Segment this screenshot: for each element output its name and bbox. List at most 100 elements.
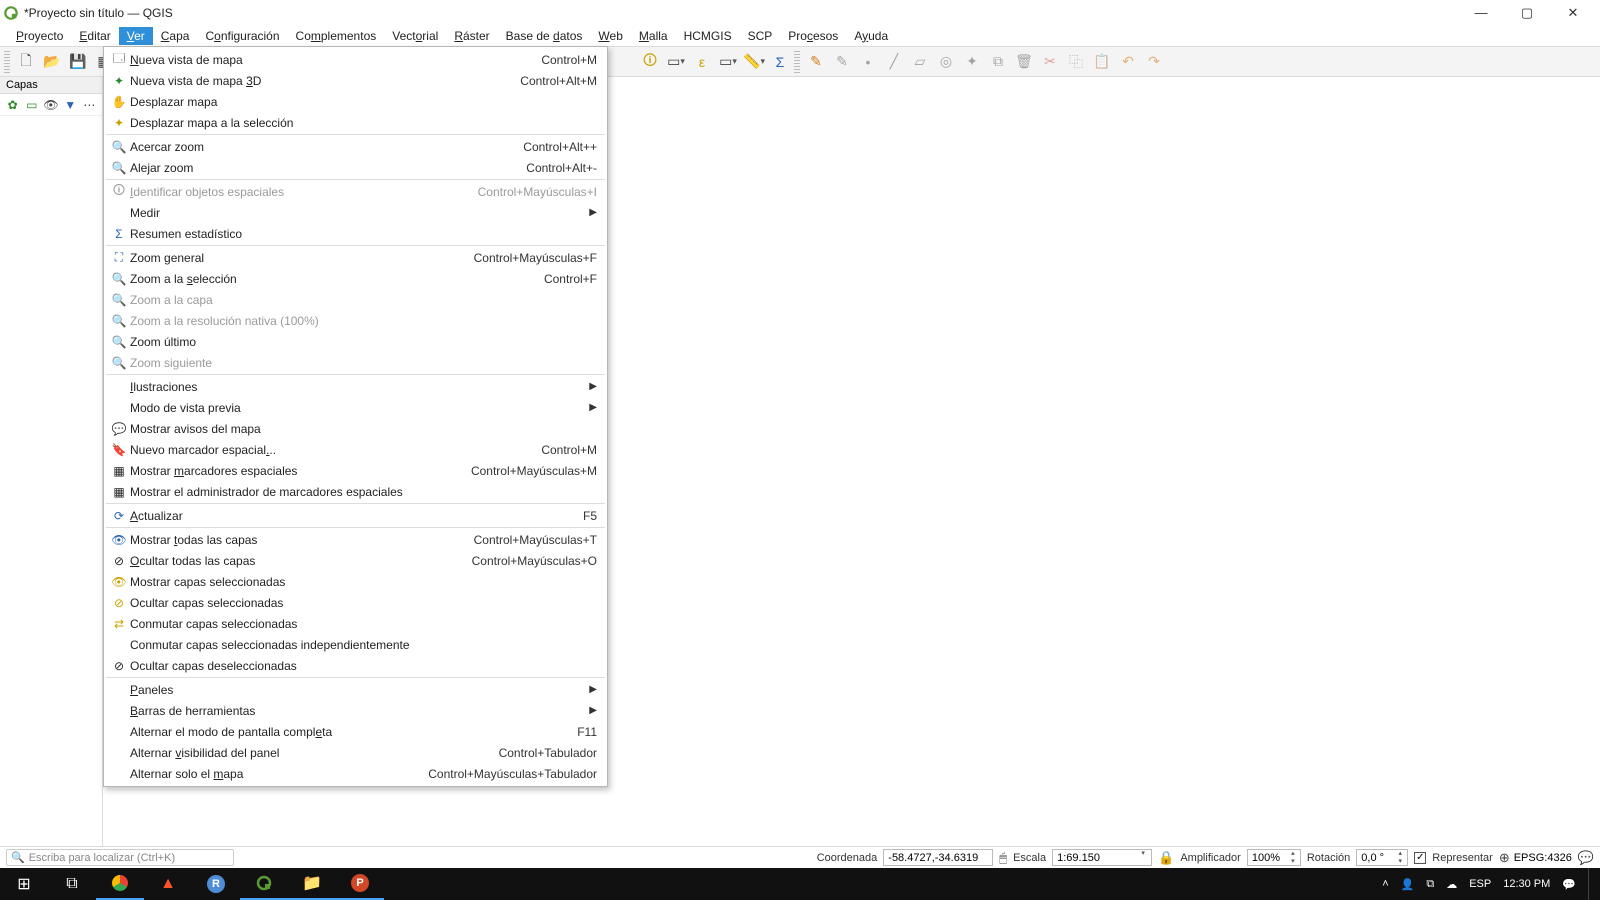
qgis-taskbar-icon[interactable] <box>240 868 288 900</box>
menu-acercar[interactable]: 🔍Acercar zoomControl+Alt++ <box>104 136 607 157</box>
menu-nuevo-marcador[interactable]: 🔖Nuevo marcador espacial...Control+M <box>104 439 607 460</box>
menu-raster[interactable]: Ráster <box>446 27 497 45</box>
lock-icon[interactable]: 🔒 <box>1158 850 1174 866</box>
coord-field[interactable]: -58.4727,-34.6319 <box>883 849 993 866</box>
tray-time[interactable]: 12:30 PM <box>1503 878 1550 890</box>
toolbar-handle[interactable] <box>794 51 800 73</box>
menu-mostrar-sel[interactable]: 👁Mostrar capas seleccionadas <box>104 571 607 592</box>
tray-lang[interactable]: ESP <box>1469 878 1491 890</box>
magnifier-field[interactable]: 100%▴▾ <box>1247 849 1301 866</box>
edit-save-icon[interactable]: ✎ <box>830 50 854 74</box>
taskview-button[interactable]: ⧉ <box>48 868 96 900</box>
menu-editar[interactable]: Editar <box>71 27 118 45</box>
menu-vectorial[interactable]: Vectorial <box>384 27 446 45</box>
save-project-icon[interactable]: 💾 <box>66 50 90 74</box>
messages-icon[interactable]: 💬 <box>1578 850 1594 866</box>
menu-admin-marcadores[interactable]: ▦ Mostrar el administrador de marcadores… <box>104 481 607 502</box>
delete-icon[interactable]: 🗑 <box>1012 50 1036 74</box>
menu-procesos[interactable]: Procesos <box>780 27 846 45</box>
measure-icon[interactable]: 📏▾ <box>742 50 766 74</box>
add-ring-icon[interactable]: ◎ <box>934 50 958 74</box>
close-button[interactable]: ✕ <box>1550 5 1596 21</box>
menu-medir[interactable]: Medir▶ <box>104 202 607 223</box>
brave-icon[interactable]: ▲ <box>144 868 192 900</box>
layer-style-icon[interactable]: ✿ <box>4 93 21 117</box>
menu-zoom-ultimo[interactable]: 🔍Zoom último <box>104 331 607 352</box>
visibility-icon[interactable]: 👁 <box>42 93 59 117</box>
start-button[interactable]: ⊞ <box>0 868 48 900</box>
menu-scp[interactable]: SCP <box>740 27 781 45</box>
menu-ilustraciones[interactable]: Ilustraciones▶ <box>104 376 607 397</box>
menu-malla[interactable]: Malla <box>631 27 676 45</box>
cut-icon[interactable]: ✂ <box>1038 50 1062 74</box>
stats-summary-icon[interactable]: Σ <box>768 50 792 74</box>
menu-hcmgis[interactable]: HCMGIS <box>676 27 740 45</box>
mouse-icon[interactable]: 🖱 <box>999 850 1007 866</box>
menu-base-datos[interactable]: Base de datos <box>498 27 591 45</box>
menu-web[interactable]: Web <box>590 27 630 45</box>
menu-nueva-vista[interactable]: 🗔Nueva vista de mapaControl+M <box>104 49 607 70</box>
edit-toggle-icon[interactable]: ✎ <box>804 50 828 74</box>
chrome-icon[interactable] <box>96 868 144 900</box>
paste-icon[interactable]: 📋 <box>1090 50 1114 74</box>
menu-ayuda[interactable]: Ayuda <box>846 27 896 45</box>
menu-alejar[interactable]: 🔍Alejar zoomControl+Alt+- <box>104 157 607 178</box>
toolbar-handle[interactable] <box>4 51 10 73</box>
expression-select-icon[interactable]: ε <box>690 50 714 74</box>
add-group-icon[interactable]: ▭ <box>23 93 40 117</box>
menu-ocultar-desel[interactable]: ⊘Ocultar capas deseleccionadas <box>104 655 607 676</box>
menu-modo-vista[interactable]: Modo de vista previa▶ <box>104 397 607 418</box>
menu-solo-mapa[interactable]: Alternar solo el mapaControl+Mayúsculas+… <box>104 763 607 784</box>
identify-icon[interactable]: 🛈 <box>638 50 662 74</box>
vertex-tool-icon[interactable]: ✦ <box>960 50 984 74</box>
render-checkbox[interactable]: ✓ <box>1414 852 1426 864</box>
scale-field[interactable]: 1:69.150▾ <box>1052 849 1152 866</box>
maximize-button[interactable]: ▢ <box>1504 5 1550 21</box>
open-project-icon[interactable]: 📂 <box>40 50 64 74</box>
add-point-icon[interactable]: • <box>856 50 880 74</box>
add-polygon-icon[interactable]: ▱ <box>908 50 932 74</box>
copy-icon[interactable]: ⿻ <box>1064 50 1088 74</box>
powerpoint-icon[interactable]: P <box>336 868 384 900</box>
add-line-icon[interactable]: ╱ <box>882 50 906 74</box>
new-project-icon[interactable]: 🗋 <box>14 50 38 74</box>
menu-configuracion[interactable]: Configuración <box>197 27 287 45</box>
menu-ocultar-todas[interactable]: ⊘Ocultar todas las capasControl+Mayúscul… <box>104 550 607 571</box>
crs-button[interactable]: ⊕EPSG:4326 <box>1499 850 1572 866</box>
menu-barras[interactable]: Barras de herramientas▶ <box>104 700 607 721</box>
menu-mostrar-todas[interactable]: 👁Mostrar todas las capasControl+Mayúscul… <box>104 529 607 550</box>
menu-resumen[interactable]: ΣResumen estadístico <box>104 223 607 244</box>
menu-desplazar[interactable]: ✋Desplazar mapa <box>104 91 607 112</box>
tray-notifications-icon[interactable]: 💬 <box>1562 878 1576 891</box>
menu-mostrar-avisos[interactable]: 💬Mostrar avisos del mapa <box>104 418 607 439</box>
locator-search[interactable]: 🔍Escriba para localizar (Ctrl+K) <box>6 849 234 866</box>
menu-pantalla-completa[interactable]: Alternar el modo de pantalla completaF11 <box>104 721 607 742</box>
menu-nueva-vista-3d[interactable]: ✦Nueva vista de mapa 3DControl+Alt+M <box>104 70 607 91</box>
show-desktop[interactable] <box>1588 868 1592 900</box>
menu-ver[interactable]: Ver <box>119 27 153 45</box>
menu-paneles[interactable]: Paneles▶ <box>104 679 607 700</box>
rstudio-icon[interactable]: R <box>192 868 240 900</box>
menu-zoom-seleccion[interactable]: 🔍Zoom a la selecciónControl+F <box>104 268 607 289</box>
deselect-icon[interactable]: ▭▾ <box>716 50 740 74</box>
menu-conmutar-indep[interactable]: Conmutar capas seleccionadas independien… <box>104 634 607 655</box>
menu-visibilidad-panel[interactable]: Alternar visibilidad del panelControl+Ta… <box>104 742 607 763</box>
select-icon[interactable]: ▭▾ <box>664 50 688 74</box>
tray-onedrive-icon[interactable]: ☁ <box>1446 878 1457 891</box>
redo-icon[interactable]: ↷ <box>1142 50 1166 74</box>
menu-conmutar-sel[interactable]: ⇄Conmutar capas seleccionadas <box>104 613 607 634</box>
expand-icon[interactable]: ⋯ <box>81 93 98 117</box>
menu-proyecto[interactable]: Proyecto <box>8 27 71 45</box>
filter-legend-icon[interactable]: ▼ <box>62 93 79 117</box>
menu-ocultar-sel[interactable]: ⊘Ocultar capas seleccionadas <box>104 592 607 613</box>
menu-desplazar-sel[interactable]: ✦Desplazar mapa a la selección <box>104 112 607 133</box>
menu-complementos[interactable]: Complementos <box>288 27 385 45</box>
tray-up-icon[interactable]: ˄ <box>1382 878 1388 890</box>
tray-people-icon[interactable]: 👤 <box>1401 878 1415 891</box>
minimize-button[interactable]: — <box>1458 5 1504 21</box>
tray-dropbox-icon[interactable]: ⧉ <box>1426 878 1434 891</box>
menu-mostrar-marcadores[interactable]: ▦Mostrar marcadores espacialesControl+Ma… <box>104 460 607 481</box>
modify-icon[interactable]: ⧉ <box>986 50 1010 74</box>
menu-capa[interactable]: Capa <box>153 27 198 45</box>
rotation-field[interactable]: 0,0 °▴▾ <box>1356 849 1408 866</box>
